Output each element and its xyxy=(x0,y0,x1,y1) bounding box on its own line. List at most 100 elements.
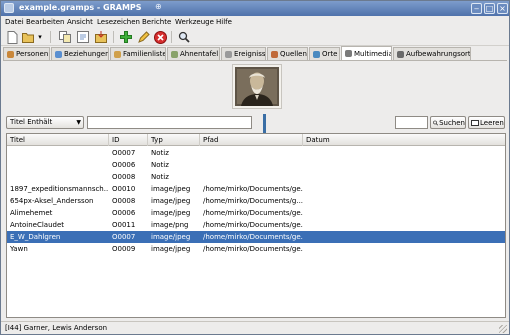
open-icon[interactable] xyxy=(21,30,35,44)
tab-orte[interactable]: Orte xyxy=(309,47,340,60)
menu-berichte[interactable]: Berichte xyxy=(142,18,171,26)
tab-quellen[interactable]: Quellen xyxy=(267,47,308,60)
maximize-button[interactable]: □ xyxy=(484,3,495,14)
filter-text-input-secondary[interactable] xyxy=(395,116,428,129)
menu-werkzeuge[interactable]: Werkzeuge xyxy=(175,18,214,26)
open-dropdown-icon[interactable]: ▾ xyxy=(36,30,44,44)
cell-id: O0008 xyxy=(112,173,136,181)
cell-type: image/png xyxy=(151,221,189,229)
cell-id: O0008 xyxy=(112,197,136,205)
person-icon xyxy=(7,50,14,58)
table-row[interactable]: 654px-Aksel_Andersson O0008 image/jpeg /… xyxy=(7,195,505,207)
clear-icon xyxy=(471,119,479,126)
relationship-icon xyxy=(55,50,62,58)
table-row[interactable]: 1897_expeditionsmannsch... O0010 image/j… xyxy=(7,183,505,195)
cell-path: /home/mirko/Documents/ge... xyxy=(203,221,303,229)
export-icon[interactable] xyxy=(94,30,108,44)
properties-icon[interactable] xyxy=(76,30,90,44)
minimize-button[interactable]: ‒ xyxy=(471,3,482,14)
clear-button-label: Leeren xyxy=(480,118,504,127)
status-text: [I44] Garner, Lewis Anderson xyxy=(5,324,108,332)
event-icon xyxy=(225,50,232,58)
cell-date xyxy=(303,195,403,207)
media-icon xyxy=(345,50,352,57)
cell-path: /home/mirko/Documents/ge... xyxy=(203,209,303,217)
close-button[interactable]: × xyxy=(497,3,508,14)
column-header-id[interactable]: ID xyxy=(109,134,148,146)
cell-type: image/jpeg xyxy=(151,245,191,253)
cell-path: /home/mirko/Documents/ge... xyxy=(203,245,303,253)
menu-bearbeiten[interactable]: Bearbeiten xyxy=(26,18,64,26)
find-button[interactable]: Suchen xyxy=(430,116,466,129)
cell-id: O0009 xyxy=(112,245,136,253)
cell-date xyxy=(303,231,403,243)
media-preview-image[interactable] xyxy=(232,64,282,109)
cell-title: Yawn xyxy=(10,245,28,253)
cell-path: /home/mirko/Documents/ge... xyxy=(203,185,303,193)
copy-icon[interactable] xyxy=(58,30,72,44)
filter-text-input[interactable] xyxy=(87,116,252,129)
filter-bar: Titel Enthält ▼ Suchen Leeren xyxy=(6,116,506,130)
column-header-title[interactable]: Titel xyxy=(7,134,109,146)
table-row[interactable]: Yawn O0009 image/jpeg /home/mirko/Docume… xyxy=(7,243,505,255)
column-header-path[interactable]: Pfad xyxy=(200,134,303,146)
tab-familienliste[interactable]: Familienliste xyxy=(110,47,166,60)
cell-id: O0006 xyxy=(112,209,136,217)
cell-date xyxy=(303,183,403,195)
table-row-selected[interactable]: E_W_Dahlgren O0007 image/jpeg /home/mirk… xyxy=(7,231,505,243)
table-row[interactable]: O0008 Notiz xyxy=(7,171,505,183)
view-tabs: Personen Beziehungen Familienliste Ahnen… xyxy=(1,46,509,60)
column-header-type[interactable]: Typ xyxy=(148,134,200,146)
edit-icon[interactable] xyxy=(137,30,151,44)
media-table: Titel ID Typ Pfad Datum O0007 Notiz O000… xyxy=(6,133,506,318)
pedigree-icon xyxy=(171,50,178,58)
sticky-pin-icon[interactable]: ⊕ xyxy=(155,2,162,11)
tab-label: Personen xyxy=(16,50,49,58)
place-icon xyxy=(313,50,320,58)
menu-ansicht[interactable]: Ansicht xyxy=(67,18,93,26)
table-row[interactable]: AntoineClaudet O0011 image/png /home/mir… xyxy=(7,219,505,231)
title-bar[interactable]: example.gramps - GRAMPS ⊕ ‒ □ × xyxy=(1,1,509,16)
cell-title xyxy=(7,147,109,159)
search-icon[interactable] xyxy=(177,30,191,44)
tab-ahnentafel[interactable]: Ahnentafel xyxy=(167,47,220,60)
pane-resize-handle[interactable] xyxy=(263,114,266,134)
new-icon[interactable] xyxy=(5,30,19,44)
tab-beziehungen[interactable]: Beziehungen xyxy=(51,47,109,60)
cell-title: E_W_Dahlgren xyxy=(10,233,61,241)
source-icon xyxy=(271,50,278,58)
tab-aufbewahrungsorte[interactable]: Aufbewahrungsorte xyxy=(393,47,471,60)
tab-ereignisse[interactable]: Ereignisse xyxy=(221,47,266,60)
cell-type: image/jpeg xyxy=(151,209,191,217)
cell-id: O0010 xyxy=(112,185,136,193)
cell-id: O0007 xyxy=(112,233,136,241)
repository-icon xyxy=(397,50,404,58)
cell-title xyxy=(7,159,109,171)
cell-date xyxy=(303,147,403,159)
cell-id: O0006 xyxy=(112,161,136,169)
cell-title: 654px-Aksel_Andersson xyxy=(10,197,94,205)
cell-type: image/jpeg xyxy=(151,233,191,241)
remove-icon[interactable] xyxy=(153,30,167,44)
column-header-date[interactable]: Datum xyxy=(303,134,505,146)
resize-grip-icon[interactable] xyxy=(499,325,507,333)
filter-field-select[interactable]: Titel Enthält ▼ xyxy=(6,116,84,129)
menu-bar: Datei Bearbeiten Ansicht Lesezeichen Ber… xyxy=(1,16,509,28)
table-row[interactable]: Alimehemet O0006 image/jpeg /home/mirko/… xyxy=(7,207,505,219)
add-icon[interactable] xyxy=(119,30,133,44)
toolbar-separator xyxy=(50,31,51,43)
tab-multimedia[interactable]: Multimedia xyxy=(341,46,392,60)
status-bar: [I44] Garner, Lewis Anderson xyxy=(1,321,509,334)
table-row[interactable]: O0007 Notiz xyxy=(7,147,505,159)
family-icon xyxy=(114,50,121,58)
app-icon[interactable] xyxy=(4,3,14,13)
toolbar-separator xyxy=(171,31,172,43)
menu-hilfe[interactable]: Hilfe xyxy=(216,18,232,26)
menu-datei[interactable]: Datei xyxy=(5,18,24,26)
tab-personen[interactable]: Personen xyxy=(3,47,50,60)
menu-lesezeichen[interactable]: Lesezeichen xyxy=(97,18,140,26)
cell-date xyxy=(303,243,403,255)
multimedia-view: Titel Enthält ▼ Suchen Leeren Titel ID T… xyxy=(3,60,507,319)
table-row[interactable]: O0006 Notiz xyxy=(7,159,505,171)
clear-button[interactable]: Leeren xyxy=(468,116,505,129)
